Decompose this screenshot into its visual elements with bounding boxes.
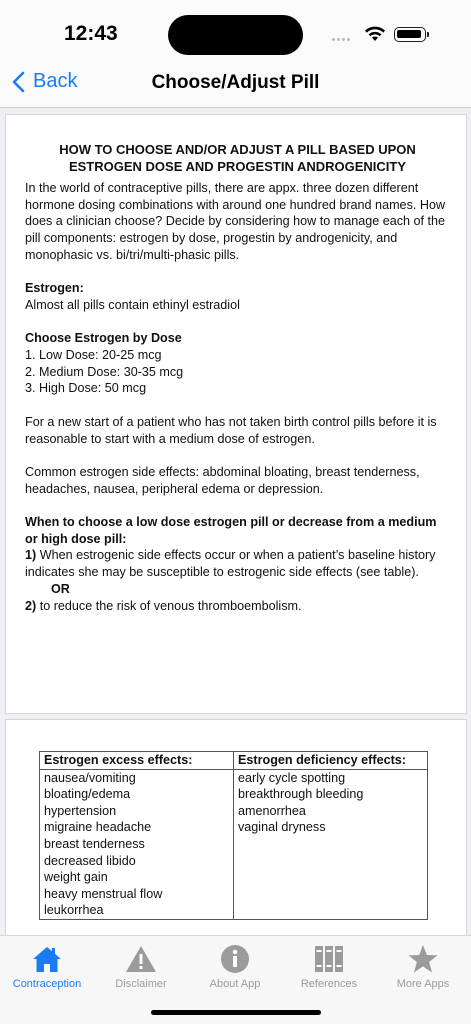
reason-1-text: When estrogenic side effects occur or wh… (25, 548, 436, 580)
reason-2-text: to reduce the risk of venous thromboembo… (36, 598, 302, 613)
tab-label: About App (209, 978, 261, 990)
wifi-icon (365, 26, 385, 41)
battery-icon (394, 27, 426, 42)
excess-item: weight gain (44, 870, 108, 885)
article-card: HOW TO CHOOSE AND/OR ADJUST A PILL BASED… (5, 114, 467, 714)
home-icon (33, 946, 61, 972)
tab-about-app[interactable]: About App (188, 942, 282, 990)
home-indicator[interactable] (151, 1010, 321, 1015)
tab-label: References (300, 978, 358, 990)
dose-item: 2. Medium Dose: 30-35 mcg (25, 364, 184, 379)
estrogen-text: Almost all pills contain ethinyl estradi… (25, 297, 240, 312)
reason-2: 2) to reduce the risk of venous thromboe… (25, 598, 450, 615)
excess-item: nausea/vomiting (44, 770, 136, 785)
excess-item: breast tenderness (44, 836, 145, 851)
estrogen-title: Estrogen: (25, 281, 84, 296)
reason-1: 1) When estrogenic side effects occur or… (25, 547, 450, 580)
info-icon (221, 944, 249, 973)
battery-cap (427, 32, 429, 37)
deficiency-effects-cell: early cycle spotting breakthrough bleedi… (233, 768, 428, 920)
table-header-row: Estrogen excess effects: Estrogen defici… (39, 751, 428, 770)
intro-paragraph: In the world of contraceptive pills, the… (25, 181, 446, 262)
tab-contraception[interactable]: Contraception (0, 942, 94, 990)
excess-item: leukorrhea (44, 903, 104, 918)
table-row: nausea/vomiting bloating/edema hypertens… (39, 768, 428, 920)
page-title: Choose/Adjust Pill (151, 72, 320, 93)
books-icon (315, 945, 343, 972)
when-title: When to choose a low dose estrogen pill … (25, 514, 437, 546)
dose-item: 1. Low Dose: 20-25 mcg (25, 348, 162, 362)
tab-more-apps[interactable]: More Apps (376, 942, 470, 990)
article-content: HOW TO CHOOSE AND/OR ADJUST A PILL BASED… (6, 115, 466, 614)
excess-item: migraine headache (44, 820, 152, 835)
excess-header: Estrogen excess effects: (39, 751, 234, 770)
status-time: 12:43 (64, 22, 118, 45)
new-start-paragraph: For a new start of a patient who has not… (25, 414, 437, 446)
tab-label: More Apps (396, 978, 450, 990)
excess-item: bloating/edema (44, 787, 131, 802)
deficiency-item: vaginal dryness (238, 820, 326, 835)
cellular-signal-icon (332, 38, 350, 41)
excess-effects-cell: nausea/vomiting bloating/edema hypertens… (39, 768, 234, 920)
deficiency-item: early cycle spotting (238, 770, 346, 785)
dynamic-island (168, 15, 303, 55)
effects-table: Estrogen excess effects: Estrogen defici… (39, 751, 428, 920)
tab-label: Contraception (12, 978, 82, 990)
tab-references[interactable]: References (282, 942, 376, 990)
dose-title: Choose Estrogen by Dose (25, 331, 182, 346)
deficiency-item: amenorrhea (238, 803, 306, 818)
warning-icon (126, 945, 156, 972)
deficiency-item: breakthrough bleeding (238, 787, 364, 802)
star-icon (408, 944, 438, 972)
status-bar: 12:43 (0, 0, 471, 62)
excess-item: decreased libido (44, 853, 136, 868)
excess-item: heavy menstrual flow (44, 886, 163, 901)
effects-table-card: Estrogen excess effects: Estrogen defici… (5, 719, 467, 941)
article-heading: HOW TO CHOOSE AND/OR ADJUST A PILL BASED… (59, 142, 416, 174)
tab-disclaimer[interactable]: Disclaimer (94, 942, 188, 990)
navigation-bar: Back Choose/Adjust Pill (0, 62, 471, 108)
dose-item: 3. High Dose: 50 mcg (25, 381, 147, 396)
side-effects-paragraph: Common estrogen side effects: abdominal … (25, 464, 420, 496)
or-label: OR (51, 581, 70, 596)
excess-item: hypertension (44, 803, 117, 818)
deficiency-header: Estrogen deficiency effects: (233, 751, 428, 770)
reason-1-number: 1) (25, 548, 37, 563)
tab-label: Disclaimer (115, 978, 167, 990)
reason-2-number: 2) (25, 598, 37, 613)
